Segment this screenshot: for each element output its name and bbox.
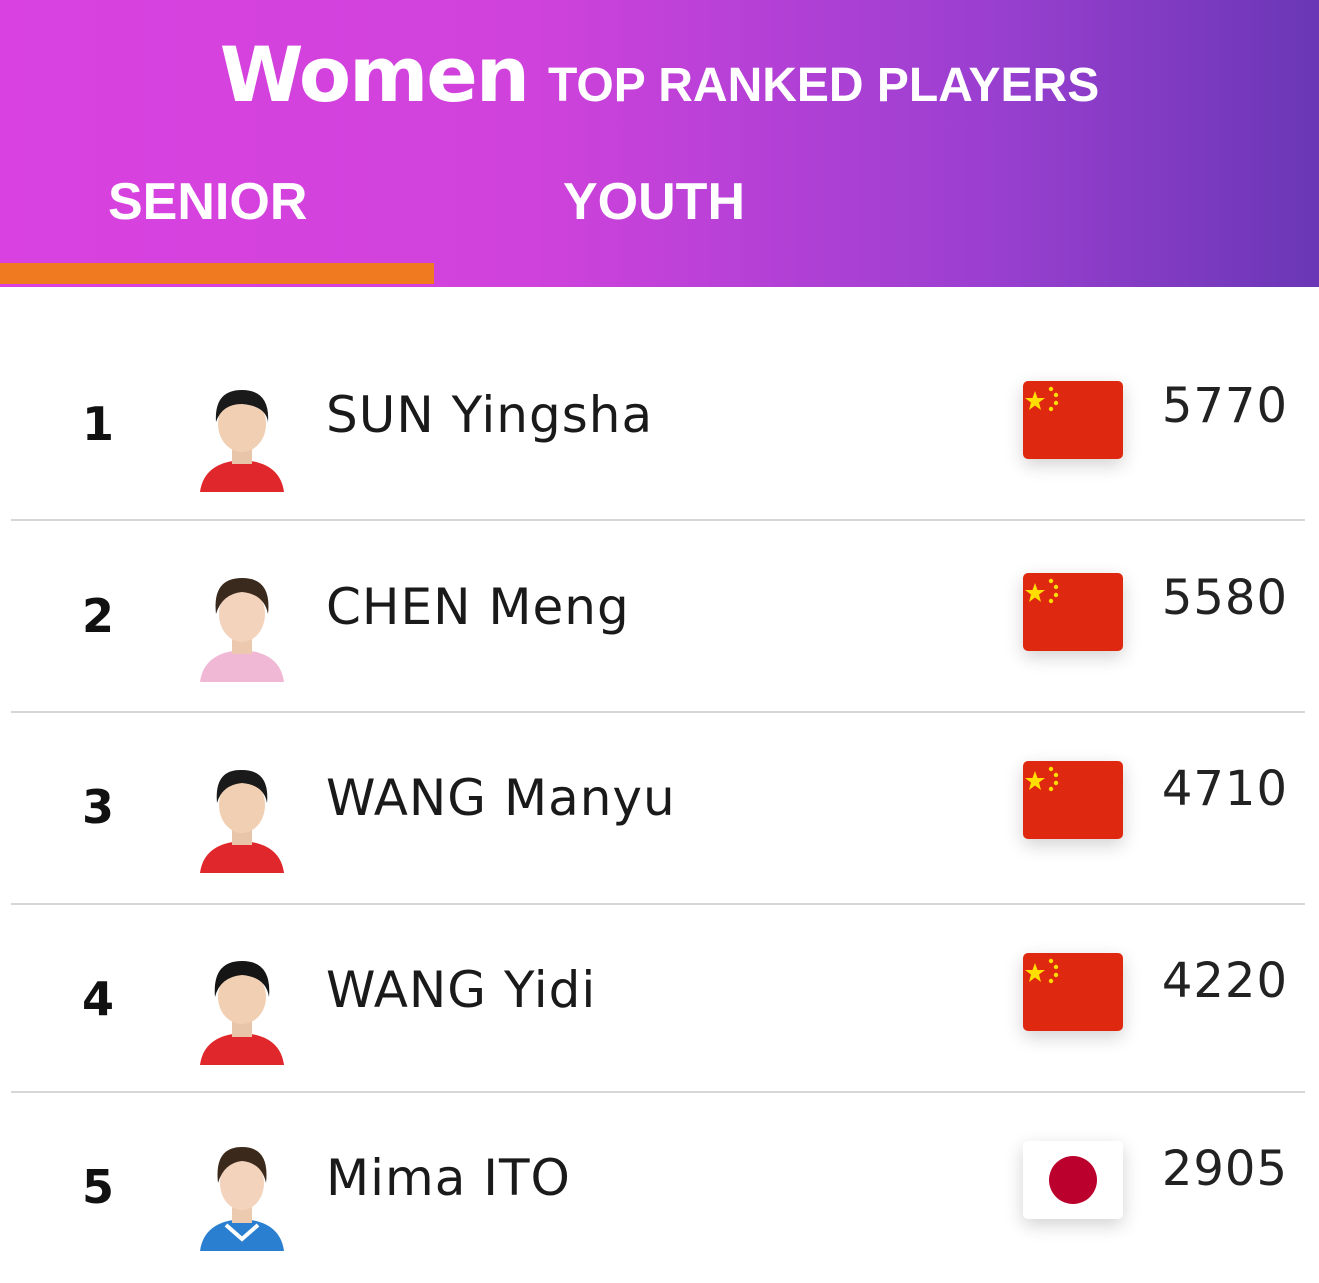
player-avatar <box>196 570 288 682</box>
player-name[interactable]: CHEN Meng <box>326 578 630 636</box>
china-flag-icon <box>1023 761 1123 839</box>
player-avatar <box>196 380 288 492</box>
player-avatar <box>196 761 288 873</box>
china-flag-icon <box>1023 953 1123 1031</box>
china-flag-icon <box>1023 573 1123 651</box>
rankings-header: Women TOP RANKED PLAYERS SENIOR YOUTH <box>0 0 1319 287</box>
player-name[interactable]: WANG Yidi <box>326 961 596 1019</box>
tab-senior[interactable]: SENIOR <box>108 172 307 232</box>
player-points: 4710 <box>1161 761 1288 817</box>
header-title: Women TOP RANKED PLAYERS <box>0 30 1319 119</box>
player-points: 5770 <box>1161 378 1288 434</box>
player-name[interactable]: WANG Manyu <box>326 769 676 827</box>
player-name[interactable]: Mima ITO <box>326 1149 571 1207</box>
active-tab-indicator <box>0 263 434 284</box>
player-rank: 2 <box>82 589 115 643</box>
player-points: 5580 <box>1161 570 1288 626</box>
player-rank: 5 <box>82 1160 115 1214</box>
player-points: 4220 <box>1161 953 1288 1009</box>
player-rank: 4 <box>82 972 115 1026</box>
player-rank: 1 <box>82 397 115 451</box>
title-subtitle: TOP RANKED PLAYERS <box>547 59 1100 112</box>
player-points: 2905 <box>1161 1141 1288 1197</box>
player-avatar <box>196 953 288 1065</box>
player-row[interactable]: 5 Mima ITO 2905 <box>0 1093 1319 1283</box>
player-avatar <box>196 1139 288 1251</box>
china-flag-icon <box>1023 381 1123 459</box>
player-row[interactable]: 3 WANG Manyu 4710 <box>0 713 1319 903</box>
tab-youth[interactable]: YOUTH <box>563 172 745 232</box>
japan-flag-icon <box>1023 1141 1123 1219</box>
player-row[interactable]: 2 CHEN Meng 5580 <box>0 522 1319 712</box>
title-women: Women <box>219 30 530 119</box>
player-row[interactable]: 1 SUN Yingsha 5770 <box>0 330 1319 520</box>
player-row[interactable]: 4 WANG Yidi 4220 <box>0 905 1319 1095</box>
row-divider <box>11 519 1305 521</box>
player-name[interactable]: SUN Yingsha <box>326 386 653 444</box>
player-rank: 3 <box>82 780 115 834</box>
